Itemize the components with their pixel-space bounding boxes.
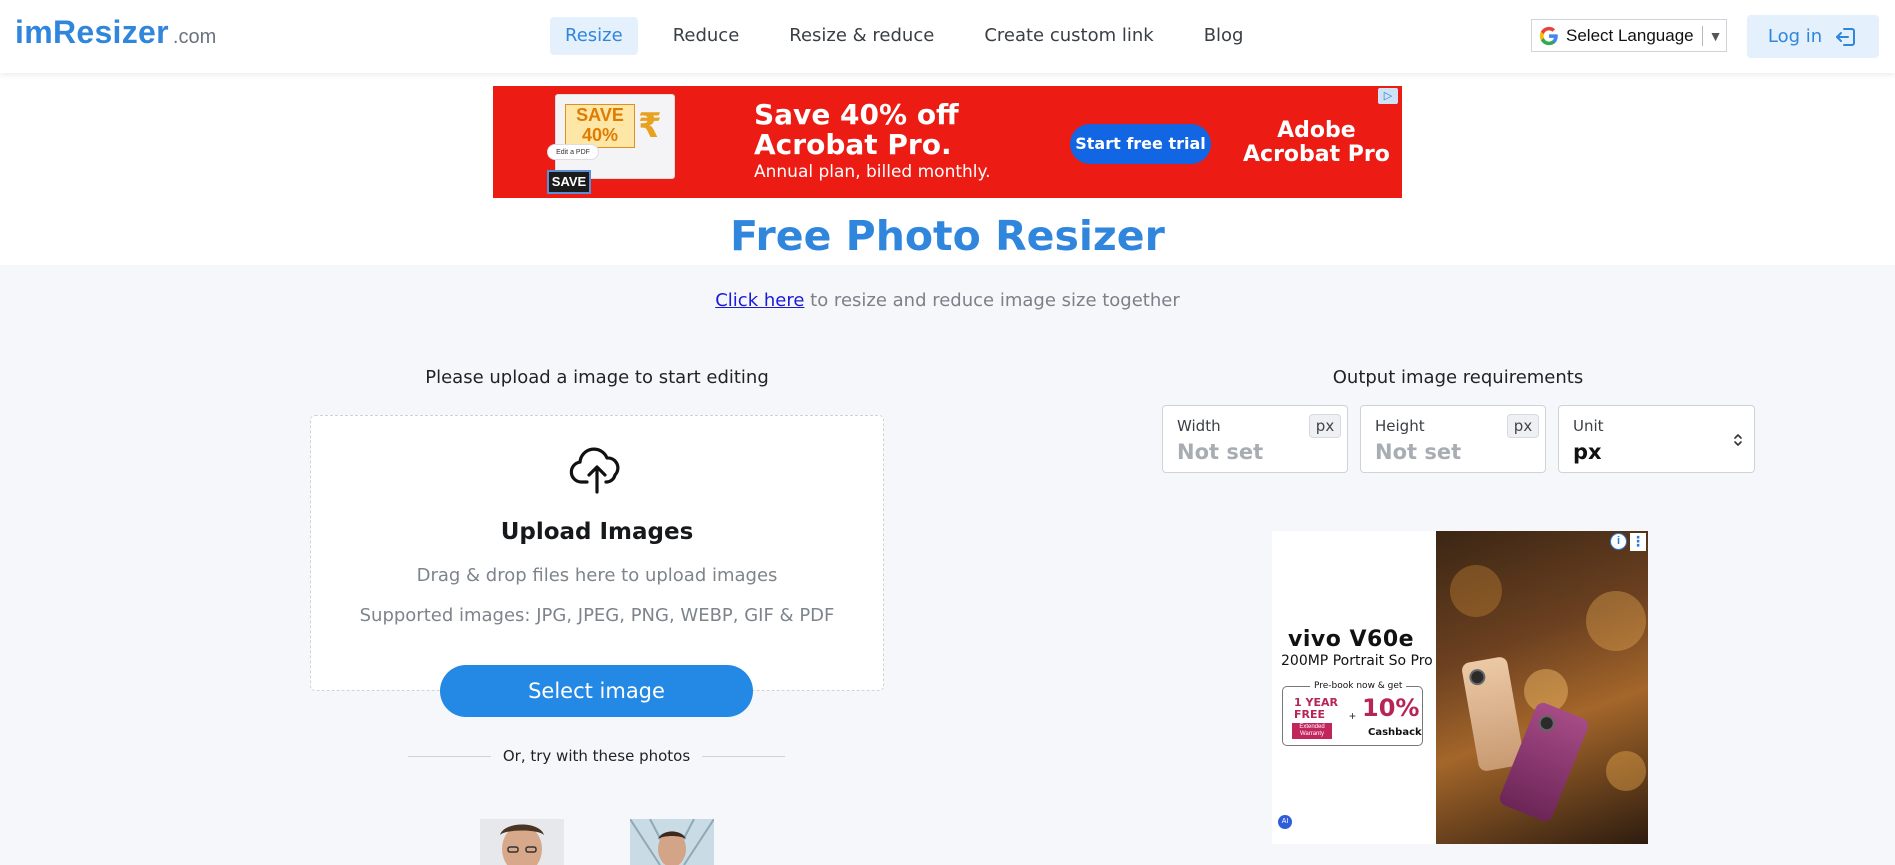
ad-vivo-cashback: Cashback: [1368, 727, 1422, 738]
width-value[interactable]: Not set: [1177, 440, 1263, 464]
divider-line-left: [408, 755, 491, 757]
camera-lens-icon: [1468, 667, 1487, 687]
upload-title: Upload Images: [500, 519, 694, 545]
sample-photo-man-icon: [480, 819, 564, 865]
nav-link-reduce[interactable]: Reduce: [658, 17, 755, 55]
sample-photos-divider: Or, try with these photos: [408, 747, 785, 765]
ad-subtext: Annual plan, billed monthly.: [754, 162, 991, 182]
ad-edit-pdf-chip: Edit a PDF: [547, 144, 599, 160]
select-image-button[interactable]: Select image: [440, 665, 753, 717]
unit-label: Unit: [1573, 417, 1604, 435]
ad-vivo-percent: 10%: [1362, 694, 1420, 722]
select-updown-icon: [1734, 434, 1742, 446]
logo[interactable]: imResizer .com: [15, 14, 216, 51]
camera-lens-icon-2: [1536, 712, 1558, 734]
width-label: Width: [1177, 417, 1221, 435]
output-heading: Output image requirements: [1332, 367, 1584, 388]
ad-vivo-extended: Extended Warranty: [1292, 723, 1332, 739]
google-icon: [1539, 26, 1558, 45]
ad-vivo-plus: +: [1349, 709, 1357, 723]
nav-link-resize-reduce[interactable]: Resize & reduce: [774, 17, 949, 55]
ad-banner-right[interactable]: i ⋮ vivo V60e 200MP Portrait So Pro Pre-…: [1272, 531, 1648, 844]
ad-info-icon[interactable]: i: [1610, 533, 1627, 550]
click-here-rest: to resize and reduce image size together: [804, 290, 1180, 311]
cloud-upload-icon: [569, 447, 620, 494]
login-icon: [1836, 27, 1856, 46]
sample-photo-1[interactable]: [480, 819, 564, 865]
sample-photos-label: Or, try with these photos: [502, 747, 691, 765]
language-divider: [1701, 25, 1703, 46]
rupee-icon: ₹: [638, 107, 662, 145]
dropdown-arrow-icon: ▼: [1708, 27, 1723, 44]
ad-vivo-free-line2: FREE: [1294, 708, 1326, 721]
height-value[interactable]: Not set: [1375, 440, 1461, 464]
ad-brand-line1: Adobe: [1277, 118, 1356, 143]
nav-link-custom-link[interactable]: Create custom link: [969, 17, 1168, 55]
ad-brand: Adobe Acrobat Pro: [1243, 119, 1390, 167]
width-unit-tag: px: [1309, 414, 1341, 438]
height-unit-tag: px: [1507, 414, 1539, 438]
login-button[interactable]: Log in: [1747, 15, 1879, 58]
ad-save-badge: SAVE 40%: [565, 104, 635, 148]
nav-links: Resize Reduce Resize & reduce Create cus…: [550, 17, 1278, 55]
nav-link-resize[interactable]: Resize: [550, 17, 638, 55]
supported-formats-text: Supported images: JPG, JPEG, PNG, WEBP, …: [359, 605, 835, 626]
language-label: Select Language: [1566, 25, 1694, 45]
ad-vivo-free: 1 YEAR FREE: [1294, 697, 1338, 721]
login-label: Log in: [1767, 26, 1823, 47]
nav-link-blog[interactable]: Blog: [1189, 17, 1259, 55]
ad-save-small: SAVE: [547, 170, 591, 194]
ad-brand-line2: Acrobat Pro: [1243, 142, 1390, 167]
ad-banner-top[interactable]: SAVE 40% ₹ Edit a PDF SAVE Save 40% off …: [493, 86, 1402, 198]
logo-brand: imResizer: [15, 14, 169, 50]
ad-headline-line2: Acrobat Pro.: [754, 128, 952, 161]
page-title: Free Photo Resizer: [730, 212, 1165, 260]
ad-vivo-prebook: Pre-book now & get: [1310, 681, 1407, 691]
ad-vivo-ai-badge: AI: [1278, 815, 1292, 829]
ad-more-icon[interactable]: ⋮: [1630, 533, 1646, 551]
ad-headline-line1: Save 40% off: [754, 98, 959, 131]
upload-heading: Please upload a image to start editing: [425, 367, 769, 388]
height-field[interactable]: Height Not set px: [1360, 405, 1546, 473]
logo-tld: .com: [172, 26, 217, 48]
divider-line-right: [702, 755, 785, 757]
adchoices-icon[interactable]: ▷: [1378, 88, 1398, 104]
unit-value: px: [1573, 440, 1602, 464]
ad-vivo-brand: vivo V60e: [1288, 627, 1415, 652]
height-label: Height: [1375, 417, 1425, 435]
language-select[interactable]: Select Language ▼: [1531, 19, 1727, 52]
ad-headline: Save 40% off Acrobat Pro.: [754, 100, 959, 160]
navbar: imResizer .com Resize Reduce Resize & red…: [0, 0, 1895, 73]
unit-select[interactable]: Unit px: [1558, 405, 1755, 473]
resize-reduce-hint: Click here to resize and reduce image si…: [0, 290, 1895, 311]
width-field[interactable]: Width Not set px: [1162, 405, 1348, 473]
sample-photo-2[interactable]: [630, 819, 714, 865]
ad-vivo-tagline: 200MP Portrait So Pro: [1281, 653, 1433, 669]
sample-photo-building-icon: [630, 819, 714, 865]
click-here-link[interactable]: Click here: [715, 290, 804, 311]
ad-cta-button[interactable]: Start free trial: [1070, 124, 1211, 164]
drag-drop-text: Drag & drop files here to upload images: [416, 565, 778, 586]
